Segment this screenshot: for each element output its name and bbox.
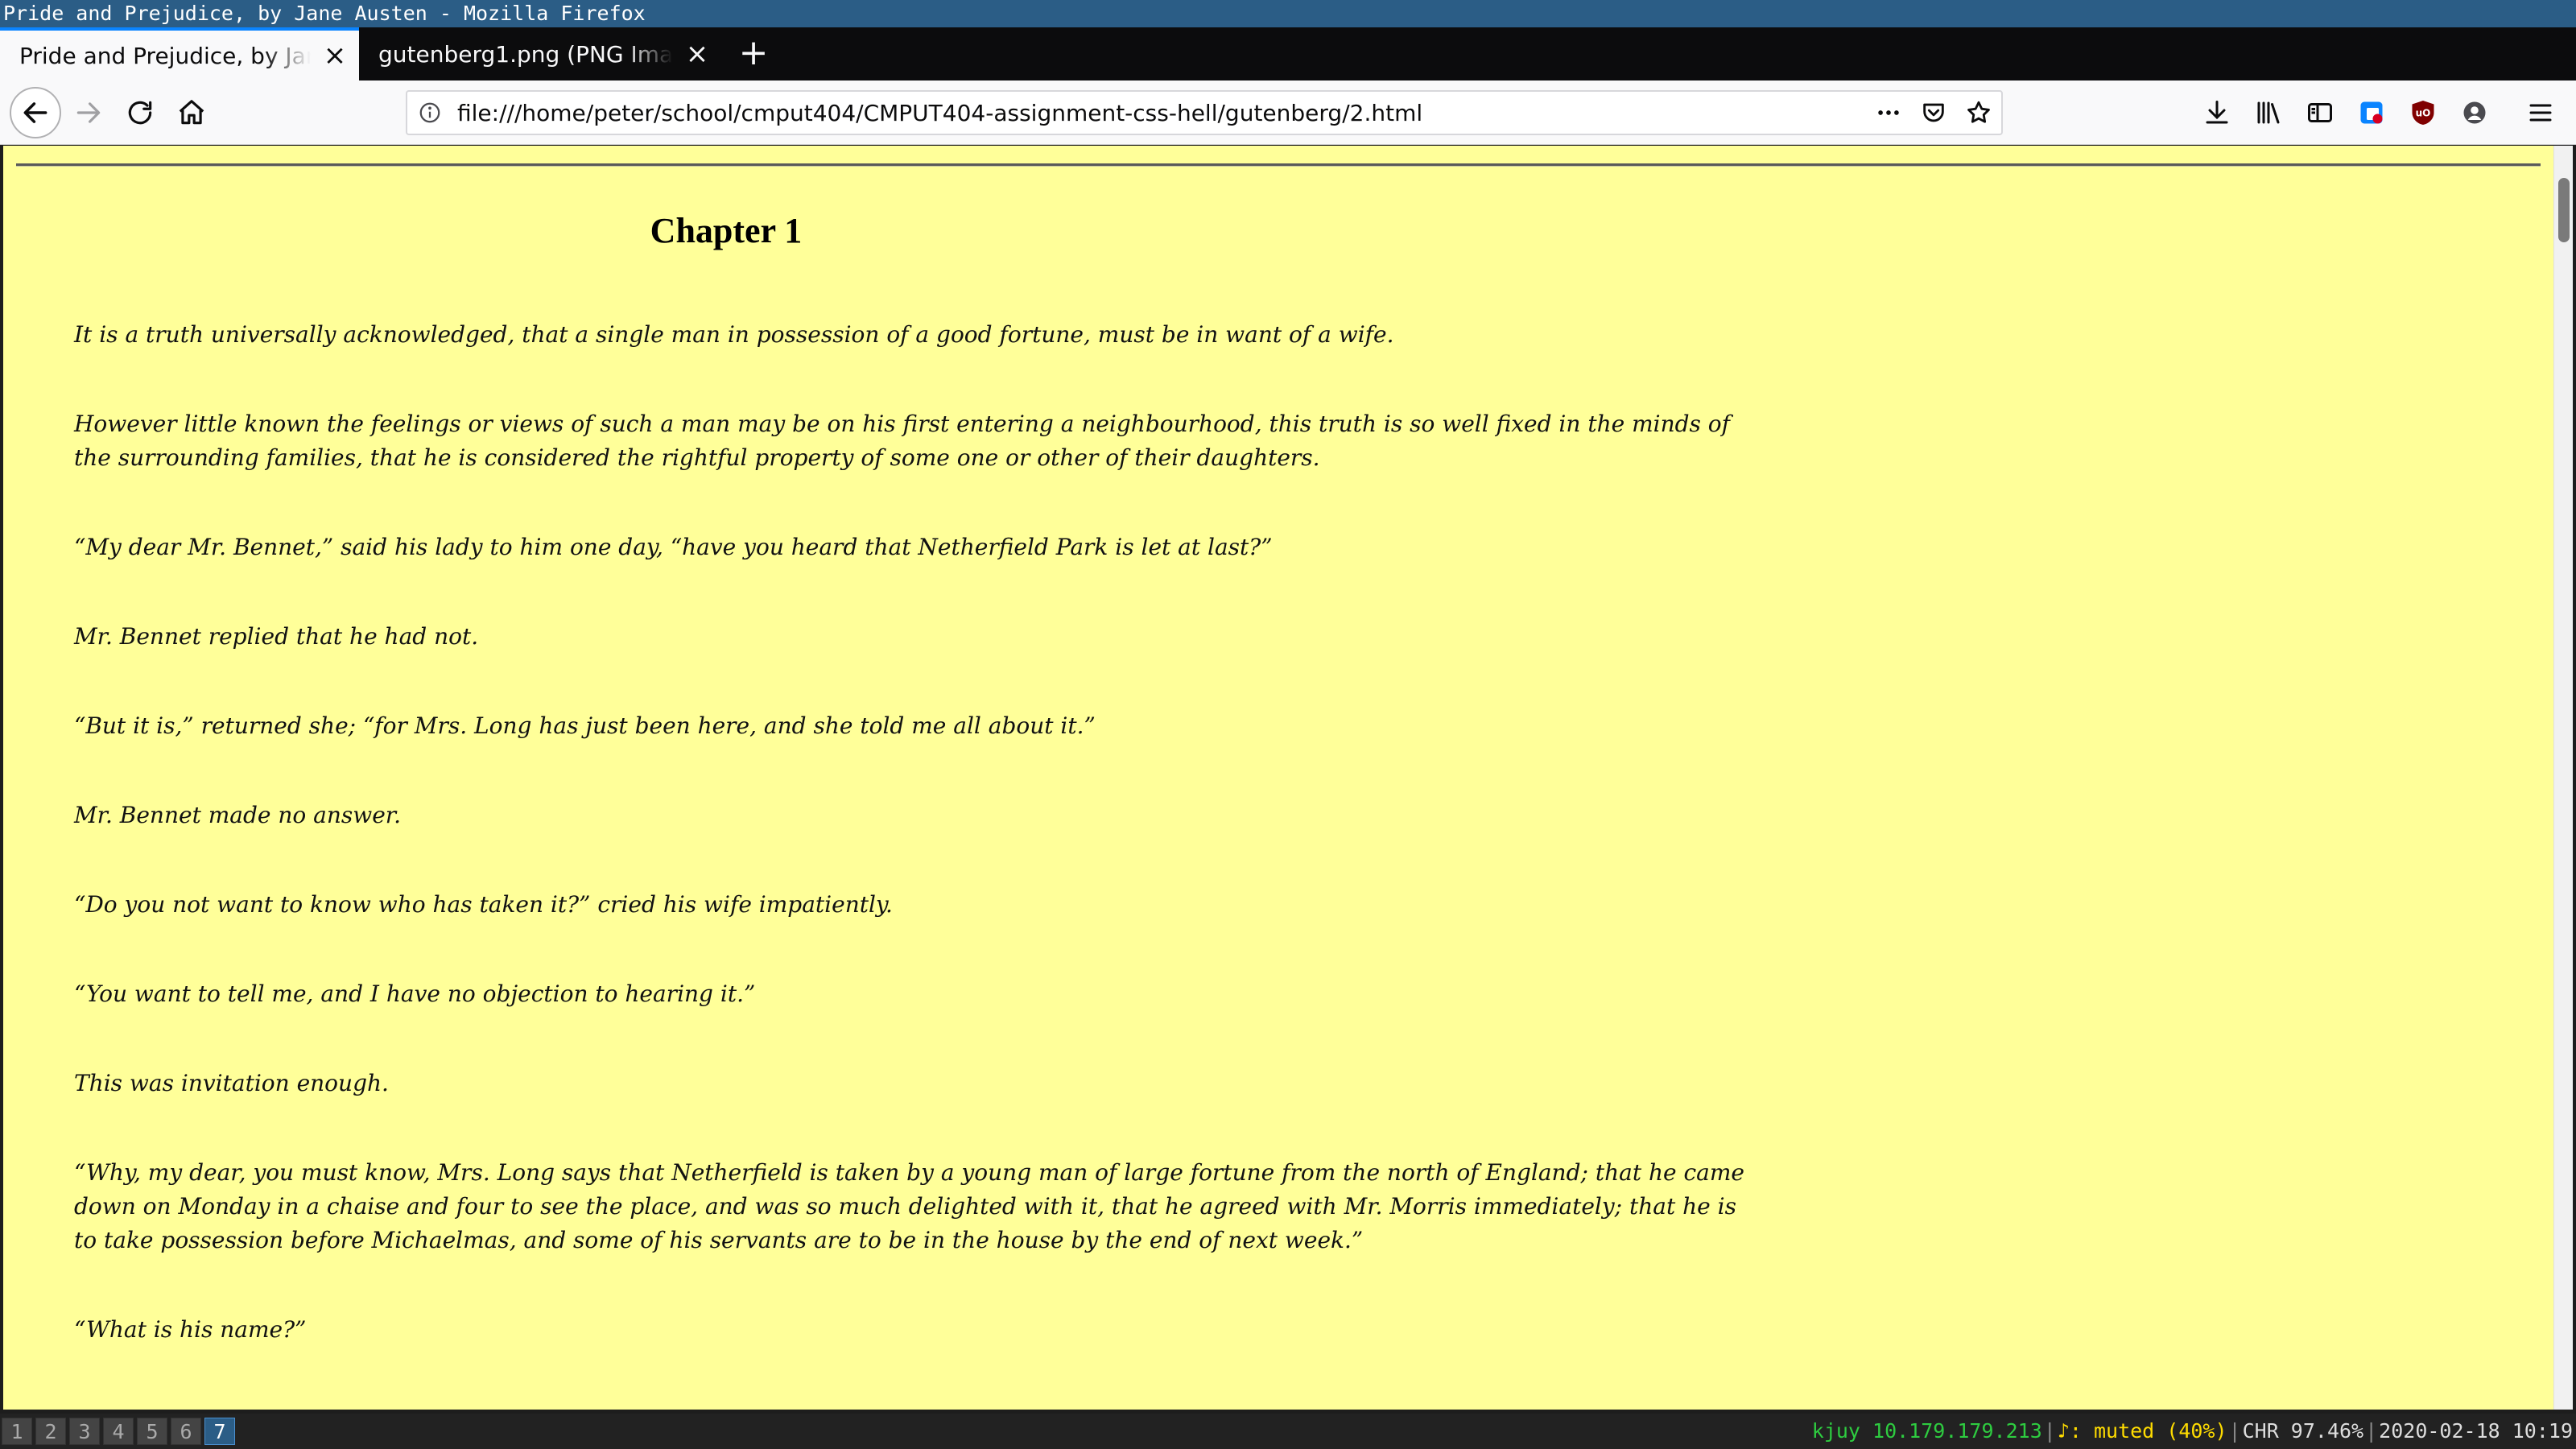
workspace-3[interactable]: 3 [69, 1418, 100, 1445]
horizontal-rule [16, 163, 2541, 167]
workspace-7[interactable]: 7 [204, 1418, 235, 1445]
ublock-origin-icon[interactable]: uO [2399, 90, 2447, 135]
tab-label: gutenberg1.png (PNG Image [378, 40, 673, 68]
paragraph: “Why, my dear, you must know, Mrs. Long … [74, 1159, 1744, 1253]
downloads-icon[interactable] [2193, 90, 2241, 135]
workspace-2[interactable]: 2 [35, 1418, 66, 1445]
pocket-icon[interactable] [1911, 92, 1956, 134]
navigation-toolbar: file:///home/peter/school/cmput404/CMPUT… [0, 80, 2576, 145]
paragraph: It is a truth universally acknowledged, … [74, 321, 1394, 348]
bookmark-star-icon[interactable] [1956, 92, 2001, 134]
workspace-6[interactable]: 6 [171, 1418, 201, 1445]
paragraph: “What is his name?” [74, 1316, 307, 1343]
new-tab-button[interactable]: + [724, 27, 782, 80]
paragraph: “My dear Mr. Bennet,” said his lady to h… [74, 534, 1273, 560]
sidebar-icon[interactable] [2296, 90, 2344, 135]
hamburger-menu-icon[interactable] [2516, 90, 2565, 135]
arrow-left-icon [23, 102, 47, 123]
scrollbar-thumb[interactable] [2558, 178, 2570, 242]
library-icon[interactable] [2244, 90, 2293, 135]
paragraph: “You want to tell me, and I have no obje… [74, 980, 756, 1007]
tab-close-icon[interactable]: × [673, 27, 721, 80]
account-icon[interactable] [2450, 90, 2499, 135]
chapter-text: It is a truth universally acknowledged, … [74, 318, 1748, 1402]
home-icon [179, 100, 204, 125]
paragraph: This was invitation enough. [74, 1070, 389, 1096]
arrow-right-icon [76, 102, 101, 123]
reload-button[interactable] [116, 89, 164, 137]
status-indicators: kjuy 10.179.179.213|♪: muted (40%)|CHR 9… [1812, 1414, 2573, 1449]
battery-status: CHR 97.46% [2242, 1419, 2364, 1443]
info-icon[interactable] [407, 92, 452, 134]
paragraph: However little known the feelings or vie… [74, 411, 1731, 471]
home-button[interactable] [167, 89, 216, 137]
tab-strip: Pride and Prejudice, by Jane Austen × gu… [0, 27, 2576, 80]
svg-text:uO: uO [2416, 108, 2431, 119]
container-extension-icon[interactable] [2347, 90, 2396, 135]
forward-button[interactable] [64, 89, 113, 137]
window-title: Pride and Prejudice, by Jane Austen - Mo… [0, 0, 2576, 27]
tab-pride-and-prejudice[interactable]: Pride and Prejudice, by Jane Austen × [0, 27, 359, 80]
workspace-4[interactable]: 4 [103, 1418, 134, 1445]
paragraph: “Do you not want to know who has taken i… [74, 891, 893, 918]
paragraph: Mr. Bennet made no answer. [74, 802, 401, 828]
datetime-status: 2020-02-18 10:19 [2379, 1419, 2573, 1443]
reload-icon [128, 101, 152, 125]
tab-label: Pride and Prejudice, by Jane Austen [19, 42, 311, 69]
url-text[interactable]: file:///home/peter/school/cmput404/CMPUT… [452, 100, 1866, 126]
back-button[interactable] [10, 87, 61, 138]
tab-gutenberg1-png[interactable]: gutenberg1.png (PNG Image × [359, 27, 721, 80]
chapter-heading: Chapter 1 [650, 211, 803, 250]
paragraph: Mr. Bennet replied that he had not. [74, 623, 479, 650]
page-content: Chapter 1 It is a truth universally ackn… [3, 146, 2553, 1410]
workspace-5[interactable]: 5 [137, 1418, 167, 1445]
vertical-scrollbar[interactable] [2553, 146, 2573, 1410]
url-bar[interactable]: file:///home/peter/school/cmput404/CMPUT… [406, 90, 2003, 135]
paragraph: “But it is,” returned she; “for Mrs. Lon… [74, 712, 1096, 739]
system-status-bar: 1 2 3 4 5 6 7 kjuy 10.179.179.213|♪: mut… [0, 1414, 2576, 1449]
network-status: kjuy 10.179.179.213 [1811, 1419, 2042, 1443]
tab-close-icon[interactable]: × [311, 31, 359, 80]
workspace-1[interactable]: 1 [2, 1418, 32, 1445]
volume-status: ♪: muted (40%) [2057, 1419, 2227, 1443]
page-actions-icon[interactable] [1866, 92, 1911, 134]
